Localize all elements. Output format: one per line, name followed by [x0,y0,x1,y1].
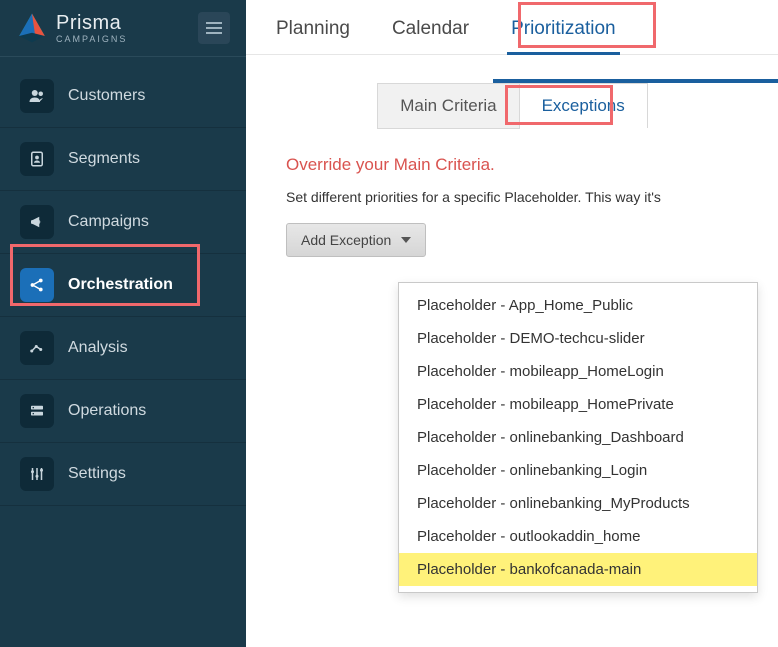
exceptions-panel: Override your Main Criteria. Set differe… [246,129,778,289]
panel-description: Set different priorities for a specific … [286,189,746,205]
add-exception-button[interactable]: Add Exception [286,223,426,257]
subtab-exceptions[interactable]: Exceptions [519,83,648,128]
sliders-icon [20,457,54,491]
add-exception-label: Add Exception [301,232,391,248]
subtab-main-criteria[interactable]: Main Criteria [377,83,519,128]
prisma-logo-icon [16,12,48,44]
sidebar-item-settings[interactable]: Settings [0,443,246,506]
dropdown-item[interactable]: Placeholder - onlinebanking_Dashboard [399,421,757,454]
panel-title: Override your Main Criteria. [286,155,746,175]
sidebar-item-segments[interactable]: Segments [0,128,246,191]
sidebar-item-label: Settings [68,465,126,483]
hamburger-icon [206,22,222,34]
sub-tabs: Main Criteria Exceptions [377,83,647,129]
brand-logo: Prisma CAMPAIGNS [16,12,127,44]
sidebar: Prisma CAMPAIGNS Customers Segments Camp… [0,0,246,647]
sidebar-item-label: Analysis [68,339,128,357]
sidebar-item-orchestration[interactable]: Orchestration [0,254,246,317]
segment-icon [20,142,54,176]
top-tabs: Planning Calendar Prioritization [246,0,778,55]
sidebar-item-label: Operations [68,402,146,420]
sidebar-nav: Customers Segments Campaigns Orchestrati… [0,57,246,506]
tab-planning[interactable]: Planning [276,18,350,54]
sidebar-item-label: Customers [68,87,145,105]
megaphone-icon [20,205,54,239]
sidebar-item-operations[interactable]: Operations [0,380,246,443]
dropdown-item[interactable]: Placeholder - DEMO-techcu-slider [399,322,757,355]
sidebar-item-analysis[interactable]: Analysis [0,317,246,380]
chart-icon [20,331,54,365]
dropdown-item[interactable]: Placeholder - outlookaddin_home [399,520,757,553]
sidebar-item-label: Segments [68,150,140,168]
brand-subtitle: CAMPAIGNS [56,35,127,44]
dropdown-item[interactable]: Placeholder - onlinebanking_MyProducts [399,487,757,520]
users-icon [20,79,54,113]
dropdown-item-highlighted[interactable]: Placeholder - bankofcanada-main [399,553,757,586]
tab-calendar[interactable]: Calendar [392,18,469,54]
content-panel: Main Criteria Exceptions Override your M… [246,55,778,289]
tab-prioritization[interactable]: Prioritization [511,18,616,54]
sidebar-item-label: Campaigns [68,213,149,231]
server-icon [20,394,54,428]
sidebar-header: Prisma CAMPAIGNS [0,0,246,57]
dropdown-item[interactable]: Placeholder - mobileapp_HomeLogin [399,355,757,388]
brand-title: Prisma [56,13,127,33]
dropdown-item[interactable]: Placeholder - App_Home_Public [399,289,757,322]
sidebar-item-campaigns[interactable]: Campaigns [0,191,246,254]
menu-toggle-button[interactable] [198,12,230,44]
chevron-down-icon [401,237,411,243]
add-exception-dropdown: Placeholder - App_Home_Public Placeholde… [398,282,758,593]
sidebar-item-label: Orchestration [68,276,173,294]
dropdown-item[interactable]: Placeholder - onlinebanking_Login [399,454,757,487]
dropdown-item[interactable]: Placeholder - mobileapp_HomePrivate [399,388,757,421]
sidebar-item-customers[interactable]: Customers [0,65,246,128]
share-icon [20,268,54,302]
